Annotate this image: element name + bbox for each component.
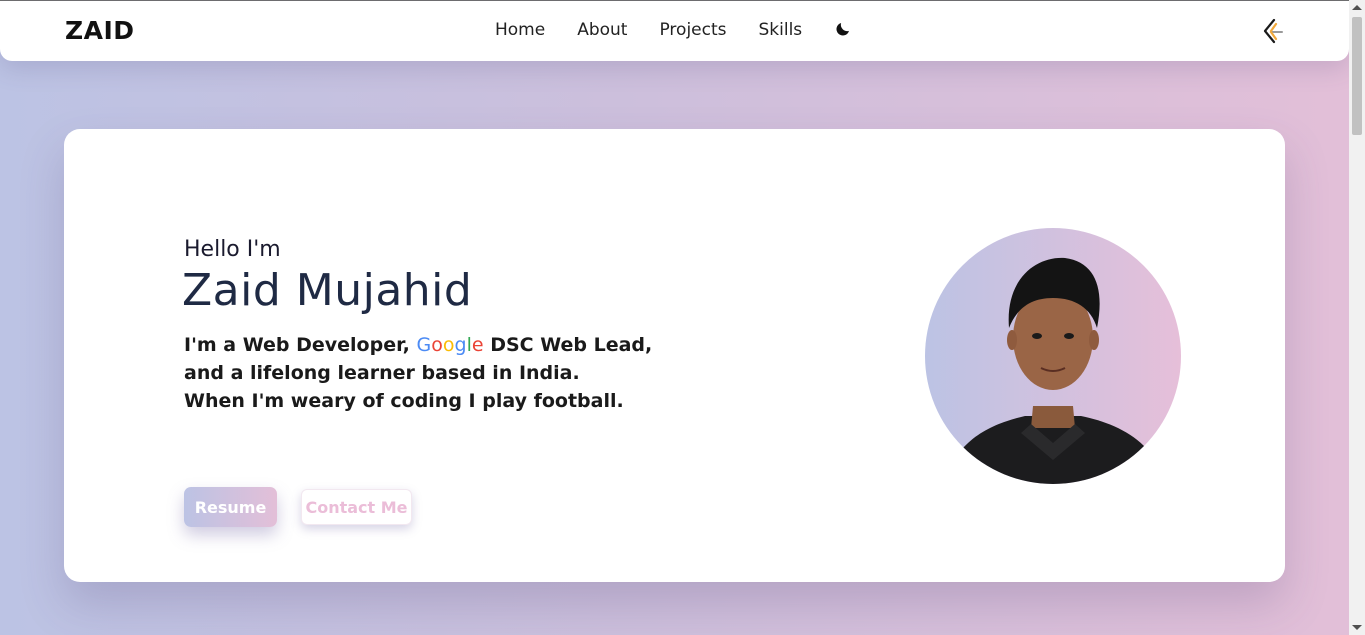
google-letter: o xyxy=(442,334,455,356)
bio-line-2: and a lifelong learner based in India. xyxy=(184,362,580,384)
contact-me-button[interactable]: Contact Me xyxy=(301,489,412,525)
greeting-text: Hello I'm xyxy=(184,237,281,262)
nav-link-about[interactable]: About xyxy=(577,20,627,40)
google-wordmark: Google xyxy=(417,334,484,356)
bio-line-1-pre: I'm a Web Developer, xyxy=(184,334,410,356)
google-letter: e xyxy=(471,334,484,356)
google-letter: G xyxy=(416,334,432,356)
brand-logo[interactable]: ZAID xyxy=(65,16,135,45)
navbar: ZAID Home About Projects Skills xyxy=(0,1,1349,61)
google-letter: g xyxy=(454,334,467,356)
nav-links: Home About Projects Skills xyxy=(495,20,852,40)
page-scrollbar[interactable] xyxy=(1349,0,1365,635)
nav-link-home[interactable]: Home xyxy=(495,20,545,40)
google-letter: o xyxy=(431,334,443,356)
hero-name: Zaid Mujahid xyxy=(182,265,473,316)
scroll-down-icon[interactable] xyxy=(1352,625,1362,630)
bio-line-1: I'm a Web Developer, Google DSC Web Lead… xyxy=(184,331,652,359)
profile-avatar xyxy=(925,228,1181,484)
bio-line-3: When I'm weary of coding I play football… xyxy=(184,390,624,412)
nav-link-projects[interactable]: Projects xyxy=(659,20,726,40)
hero-bio: I'm a Web Developer, Google DSC Web Lead… xyxy=(184,331,652,415)
resume-button[interactable]: Resume xyxy=(184,487,277,527)
scroll-up-icon[interactable] xyxy=(1352,5,1362,10)
bio-line-1-post: DSC Web Lead, xyxy=(490,334,653,356)
profile-photo-illustration xyxy=(945,257,1165,484)
nav-link-skills[interactable]: Skills xyxy=(759,20,803,40)
moon-icon[interactable] xyxy=(834,20,852,38)
hero-card: Hello I'm Zaid Mujahid I'm a Web Develop… xyxy=(64,129,1285,582)
scroll-thumb[interactable] xyxy=(1352,17,1362,135)
code-logo-icon[interactable] xyxy=(1260,17,1286,45)
